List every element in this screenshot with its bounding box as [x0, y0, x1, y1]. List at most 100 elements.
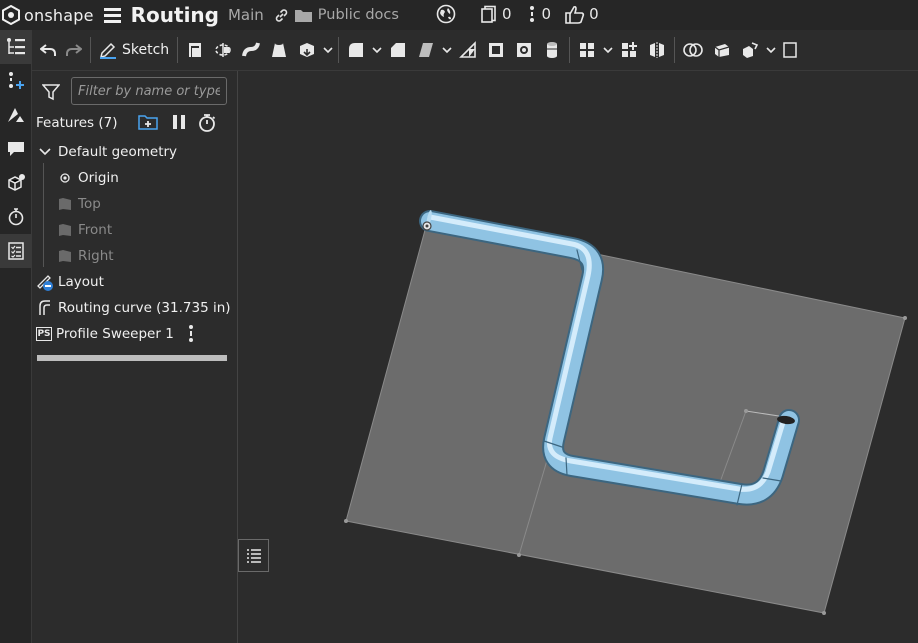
pause-icon[interactable]: [172, 114, 186, 134]
comments-count: 0: [541, 5, 552, 23]
tree-item-origin[interactable]: Origin: [32, 165, 237, 191]
routing-curve-icon: [36, 299, 54, 317]
mirror-icon[interactable]: [643, 30, 671, 70]
default-geometry-group[interactable]: Default geometry: [32, 139, 237, 165]
likes-stat[interactable]: 0: [565, 5, 599, 24]
revolve-icon[interactable]: [209, 30, 237, 70]
versions-icon: [481, 5, 496, 23]
chevron-down-icon[interactable]: [601, 30, 615, 70]
kebab-icon[interactable]: [187, 324, 195, 348]
cylinder-icon[interactable]: [538, 30, 566, 70]
main-toolbar: Sketch: [32, 30, 918, 71]
appearance-icon[interactable]: [0, 98, 31, 132]
layout-label: Layout: [58, 274, 104, 290]
boolean-icon[interactable]: [573, 30, 601, 70]
filter-icon[interactable]: [41, 84, 61, 105]
ps-badge-text: PS: [37, 329, 51, 339]
versions-count: 0: [502, 5, 512, 23]
thicken-icon[interactable]: [293, 30, 321, 70]
top-plane-label: Top: [78, 196, 101, 212]
loft-icon[interactable]: [265, 30, 293, 70]
hamburger-menu-icon[interactable]: [103, 7, 121, 23]
routing-curve-label: Routing curve (31.735 in): [58, 300, 231, 316]
logo-text: onshape: [24, 5, 94, 25]
bom-icon[interactable]: [0, 234, 31, 268]
chevron-down-icon[interactable]: [764, 30, 778, 70]
list-icon[interactable]: [238, 539, 269, 572]
insert-mate-icon[interactable]: [0, 64, 31, 98]
add-folder-icon[interactable]: [138, 113, 158, 135]
branch-name[interactable]: Main: [228, 6, 264, 24]
thumbs-up-icon: [565, 5, 585, 24]
chamfer-icon[interactable]: [384, 30, 412, 70]
sketch-button[interactable]: Sketch: [94, 30, 174, 70]
filter-row: [32, 77, 237, 107]
default-geometry-label: Default geometry: [58, 144, 178, 160]
extrude-icon[interactable]: [181, 30, 209, 70]
shell-icon[interactable]: [482, 30, 510, 70]
hole-icon[interactable]: [510, 30, 538, 70]
transform-icon[interactable]: [736, 30, 764, 70]
toolbar-divider: [569, 37, 571, 63]
plane-icon: [56, 247, 74, 265]
folder-icon: [294, 9, 312, 22]
tree-item-routing-curve[interactable]: Routing curve (31.735 in): [32, 295, 237, 321]
measure-icon[interactable]: [0, 200, 31, 234]
comments-icon[interactable]: [0, 132, 31, 166]
tree-item-front-plane[interactable]: Front: [32, 217, 237, 243]
globe-icon[interactable]: [436, 4, 456, 24]
feature-list-icon[interactable]: [0, 30, 31, 64]
undo-icon[interactable]: [32, 30, 61, 70]
pencil-icon: [99, 42, 116, 59]
rollback-timer-icon[interactable]: [198, 113, 216, 136]
chevron-down-icon[interactable]: [370, 30, 384, 70]
layout-icon: [36, 273, 54, 291]
toolbar-divider: [177, 37, 179, 63]
plane-icon[interactable]: [708, 30, 736, 70]
comments-stat[interactable]: 0: [526, 5, 552, 23]
rib-icon[interactable]: [454, 30, 482, 70]
document-title[interactable]: Routing: [131, 3, 219, 27]
link-icon[interactable]: [274, 8, 289, 23]
kebab-icon: [529, 6, 534, 22]
onshape-logo[interactable]: onshape: [2, 5, 94, 25]
versions-stat[interactable]: 0: [480, 5, 512, 23]
more-tools-icon[interactable]: [778, 30, 802, 70]
folder-breadcrumb[interactable]: Public docs: [294, 7, 399, 23]
toolbar-divider: [338, 37, 340, 63]
chevron-down-icon[interactable]: [440, 30, 454, 70]
chevron-down-icon[interactable]: [36, 143, 54, 161]
filter-input[interactable]: [71, 77, 227, 105]
graphics-viewport[interactable]: [238, 71, 918, 643]
origin-icon: [56, 169, 74, 187]
onshape-logo-icon: [2, 5, 20, 25]
fillet-icon[interactable]: [342, 30, 370, 70]
features-header: Features (7): [36, 113, 236, 133]
tree-item-right-plane[interactable]: Right: [32, 243, 237, 269]
top-bar: onshape Routing Main Public docs 0 0 0: [0, 0, 918, 30]
rollback-bar[interactable]: [37, 355, 227, 361]
ps-icon: PS: [36, 327, 52, 341]
tree-item-layout[interactable]: Layout: [32, 269, 237, 295]
pattern-icon[interactable]: [615, 30, 643, 70]
folder-label: Public docs: [317, 7, 399, 23]
redo-icon[interactable]: [61, 30, 87, 70]
chevron-down-icon[interactable]: [321, 30, 335, 70]
profile-sweeper-label: Profile Sweeper 1: [56, 326, 174, 342]
plane-icon: [56, 221, 74, 239]
front-plane-label: Front: [78, 222, 113, 238]
parts-info-icon[interactable]: [0, 166, 31, 200]
tree-item-top-plane[interactable]: Top: [32, 191, 237, 217]
layout-plane[interactable]: [345, 218, 906, 614]
split-icon[interactable]: [678, 30, 708, 70]
sweep-icon[interactable]: [237, 30, 265, 70]
features-title: Features (7): [36, 115, 118, 131]
toolbar-divider: [674, 37, 676, 63]
document-stats: 0 0 0: [436, 4, 613, 24]
origin-label: Origin: [78, 170, 119, 186]
draft-icon[interactable]: [412, 30, 440, 70]
sketch-label: Sketch: [122, 42, 170, 58]
feature-tree: Default geometry Origin Top Front Right …: [32, 139, 237, 347]
toolbar-divider: [90, 37, 91, 63]
tree-item-profile-sweeper[interactable]: PS Profile Sweeper 1: [32, 321, 237, 347]
